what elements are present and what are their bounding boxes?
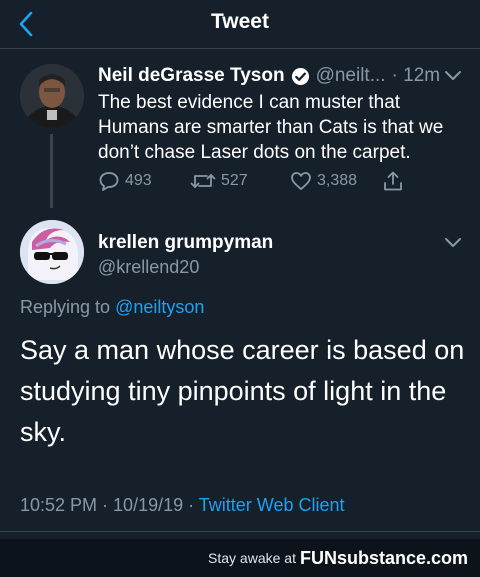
page-title: Tweet	[211, 10, 269, 33]
share-icon	[384, 171, 402, 191]
retweet-icon	[190, 174, 216, 188]
tweet-time: · 12m	[391, 65, 441, 86]
retweet-count: 527	[221, 172, 248, 189]
author-handle[interactable]: @neilt...	[316, 65, 386, 87]
chevron-down-icon	[445, 238, 461, 247]
chevron-down-icon	[445, 71, 461, 80]
reply-icon	[99, 172, 119, 191]
timestamp: 10:52 PM · 10/19/19 ·	[20, 495, 199, 515]
tweet-header: Neil deGrasse Tyson @neilt... · 12m	[98, 63, 462, 89]
top-bar: Tweet	[0, 0, 480, 49]
tweet-text: Say a man whose career is based on study…	[20, 335, 465, 447]
author-name[interactable]: krellen grumpyman	[98, 232, 273, 254]
tweet-meta: 10:52 PM · 10/19/19 · Twitter Web Client	[20, 495, 345, 516]
replying-to-link[interactable]: @neiltyson	[115, 297, 204, 317]
reply-button[interactable]: 493	[98, 170, 152, 192]
reply-count: 493	[125, 172, 152, 189]
tweet-actions: 493 527 3,388	[98, 170, 438, 196]
author-name[interactable]: Neil deGrasse Tyson	[98, 65, 285, 87]
retweet-button[interactable]: 527	[190, 170, 248, 192]
avatar[interactable]	[20, 64, 84, 128]
author-handle[interactable]: @krellend20	[98, 257, 199, 278]
watermark-prefix: Stay awake at	[208, 550, 296, 566]
like-button[interactable]: 3,388	[290, 170, 357, 192]
avatar[interactable]	[20, 220, 84, 284]
thread-line	[50, 134, 53, 208]
verified-icon	[291, 67, 310, 86]
watermark-bar: Stay awake at FUNsubstance.com	[0, 539, 480, 577]
share-button[interactable]	[382, 170, 404, 192]
tweet-text: The best evidence I can muster that Huma…	[98, 92, 444, 163]
replying-prefix: Replying to	[20, 297, 116, 317]
tweet-menu-button[interactable]	[444, 66, 462, 88]
replying-to: Replying to @neiltyson	[20, 297, 204, 318]
watermark-brand: FUNsubstance.com	[299, 547, 468, 568]
client-link[interactable]: Twitter Web Client	[199, 495, 345, 515]
like-count: 3,388	[317, 172, 358, 189]
divider	[0, 531, 480, 532]
like-icon	[291, 172, 311, 190]
tweet-menu-button[interactable]	[444, 236, 462, 254]
